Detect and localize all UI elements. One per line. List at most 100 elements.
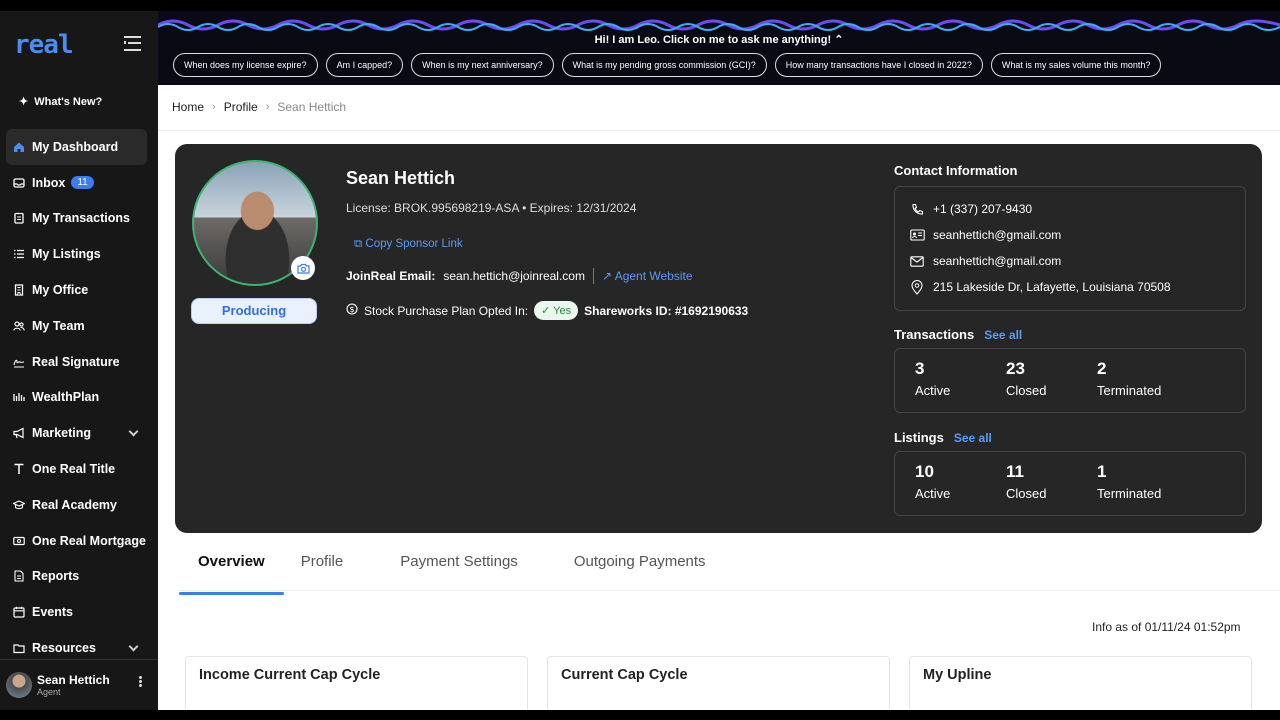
income-cap-panel: Income Current Cap Cycle [185, 656, 528, 710]
app-window: real ✦ What's New? My Dashboard Inbox 11… [0, 11, 1280, 710]
dollar-circle-icon: $ [346, 303, 358, 318]
email-value: seanhettich@gmail.com [933, 254, 1062, 268]
phone-row: +1 (337) 207-9430 [895, 196, 1245, 222]
sidebar-item-inbox[interactable]: Inbox 11 [6, 165, 147, 201]
copy-sponsor-link[interactable]: ⧉ Copy Sponsor Link [354, 238, 463, 251]
stat-value: 2 [1097, 359, 1107, 378]
copy-sponsor-label: Copy Sponsor Link [365, 238, 463, 250]
sidebar-item-real-signature[interactable]: Real Signature [6, 344, 147, 380]
tab-outgoing-payments[interactable]: Outgoing Payments [555, 553, 725, 593]
address-value: 215 Lakeside Dr, Lafayette, Louisiana 70… [933, 280, 1171, 294]
sidebar-item-events[interactable]: Events [6, 594, 147, 630]
sidebar-nav: My Dashboard Inbox 11 My Transactions My… [6, 129, 147, 666]
listings-see-all-link[interactable]: See all [954, 431, 992, 445]
contact-box: +1 (337) 207-9430 seanhettich@gmail.com … [894, 186, 1246, 311]
panel-title: Current Cap Cycle [561, 667, 688, 683]
stat-value: 11 [1006, 462, 1024, 481]
address-row: 215 Lakeside Dr, Lafayette, Louisiana 70… [895, 274, 1245, 300]
email-value: seanhettich@gmail.com [933, 228, 1062, 242]
avatar [6, 672, 32, 698]
reports-icon [13, 570, 25, 583]
divider [178, 590, 1280, 591]
suggestion-chips: When does my license expire? Am I capped… [173, 53, 1162, 77]
wave-decoration [158, 19, 1280, 31]
leo-text: Hi! I am Leo. Click on me to ask me anyt… [594, 34, 832, 46]
stat-active: 10 Active [915, 462, 1006, 501]
stat-label: Closed [1006, 486, 1047, 501]
sidebar-item-one-real-title[interactable]: One Real Title [6, 451, 147, 487]
email-row: seanhettich@gmail.com [895, 222, 1245, 248]
listings-header: Listings See all [894, 430, 992, 445]
suggestion-chip[interactable]: Am I capped? [325, 53, 404, 77]
sidebar-item-my-listings[interactable]: My Listings [6, 236, 147, 272]
megaphone-icon [13, 427, 25, 439]
transactions-header: Transactions See all [894, 327, 1022, 342]
sidebar-item-reports[interactable]: Reports [6, 559, 147, 595]
inbox-icon [13, 177, 25, 189]
stat-label: Active [915, 383, 951, 398]
stat-label: Closed [1006, 383, 1047, 398]
sidebar-item-my-office[interactable]: My Office [6, 272, 147, 308]
suggestion-chip[interactable]: When does my license expire? [173, 53, 318, 77]
academy-icon [13, 499, 25, 511]
breadcrumb-home[interactable]: Home [172, 100, 204, 114]
tab-profile[interactable]: Profile [282, 553, 363, 593]
my-upline-panel: My Upline [909, 656, 1252, 710]
joinreal-email-value: sean.hettich@joinreal.com [443, 269, 585, 283]
chevron-right-icon: › [265, 101, 270, 113]
stat-label: Active [915, 486, 951, 501]
chevron-down-icon[interactable] [128, 426, 139, 437]
tab-overview[interactable]: Overview [179, 553, 284, 595]
id-card-icon [909, 229, 925, 241]
collapse-sidebar-icon[interactable] [124, 36, 141, 51]
sidebar-item-label: One Real Title [32, 462, 116, 477]
sidebar-item-my-dashboard[interactable]: My Dashboard [6, 129, 147, 165]
inbox-count-badge: 11 [71, 176, 94, 190]
transactions-title: Transactions [894, 327, 975, 342]
profile-tabs: Overview Profile Payment Settings Outgoi… [179, 553, 725, 595]
sidebar-item-label: Real Signature [32, 354, 120, 369]
current-user[interactable]: Sean Hettich Agent [0, 659, 158, 710]
sidebar-item-one-real-mortgage[interactable]: One Real Mortgage [6, 523, 147, 559]
sidebar-item-marketing[interactable]: Marketing [6, 415, 147, 451]
tab-payment-settings[interactable]: Payment Settings [381, 553, 537, 593]
status-badge: Producing [191, 298, 317, 324]
stock-plan-label: Stock Purchase Plan Opted In: [364, 303, 529, 318]
suggestion-chip[interactable]: When is my next anniversary? [411, 53, 554, 77]
title-icon [13, 463, 25, 475]
agent-website-label: Agent Website [614, 269, 693, 283]
sidebar-item-label: My Listings [32, 247, 101, 262]
agent-website-link[interactable]: ↗ Agent Website [602, 269, 693, 283]
home-icon [13, 141, 25, 153]
shareworks-id: Shareworks ID: #1692190633 [584, 303, 749, 318]
suggestion-chip[interactable]: What is my pending gross commission (GCI… [561, 53, 767, 77]
whats-new-label: What's New? [34, 95, 103, 108]
logo[interactable]: real [14, 30, 74, 60]
more-options-icon[interactable] [139, 680, 142, 683]
user-role: Agent [37, 687, 61, 697]
mail-icon [909, 255, 925, 267]
suggestion-chip[interactable]: How many transactions have I closed in 2… [774, 53, 983, 77]
whats-new-button[interactable]: ✦ What's New? [19, 95, 103, 109]
camera-icon[interactable] [291, 256, 315, 280]
suggestion-chip[interactable]: What is my sales volume this month? [990, 53, 1162, 77]
stat-value: 10 [915, 462, 934, 481]
chevron-down-icon[interactable] [128, 641, 139, 652]
transactions-see-all-link[interactable]: See all [984, 328, 1022, 342]
sidebar-item-wealthplan[interactable]: WealthPlan [6, 380, 147, 416]
leo-prompt[interactable]: Hi! I am Leo. Click on me to ask me anyt… [158, 33, 1280, 46]
breadcrumb-profile[interactable]: Profile [224, 100, 258, 114]
panel-title: Income Current Cap Cycle [199, 667, 381, 683]
phone-value: +1 (337) 207-9430 [933, 202, 1033, 216]
sidebar-item-real-academy[interactable]: Real Academy [6, 487, 147, 523]
joinreal-email-row: JoinReal Email: sean.hettich@joinreal.co… [346, 268, 693, 284]
email-row: seanhettich@gmail.com [895, 248, 1245, 274]
stock-plan-status: ✓ Yes [534, 301, 579, 320]
sidebar-item-label: Real Academy [32, 497, 117, 512]
sidebar-item-my-transactions[interactable]: My Transactions [6, 201, 147, 237]
contact-title: Contact Information [894, 163, 1018, 178]
check-icon: ✓ [541, 305, 551, 317]
stat-value: 1 [1097, 462, 1107, 481]
license-info: License: BROK.995698219-ASA • Expires: 1… [346, 201, 637, 215]
sidebar-item-my-team[interactable]: My Team [6, 308, 147, 344]
